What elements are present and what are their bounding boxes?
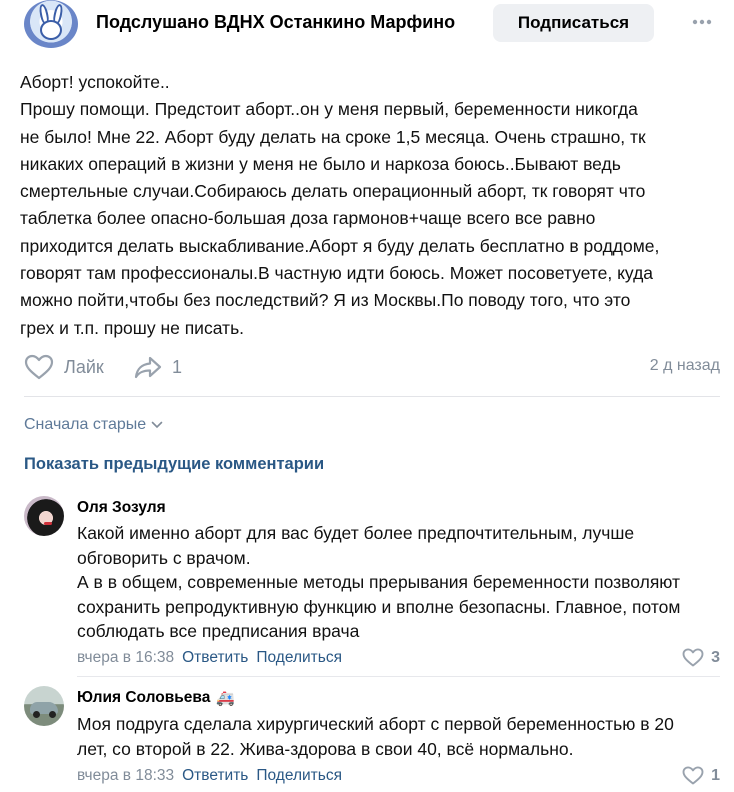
comment-like-count: 1 (711, 766, 720, 784)
post-line: приходится делать выскабливание.Аборт я … (20, 235, 660, 256)
heart-icon (682, 766, 704, 785)
comment-line: соблюдать все предписания врача (77, 621, 360, 641)
like-label: Лайк (64, 356, 104, 377)
comment-text: Какой именно аборт для вас будет более п… (77, 521, 717, 644)
post-header: Подслушано ВДНХ Останкино Марфино Подпис… (0, 0, 734, 48)
comment-line: обговорить с врачом. (77, 547, 251, 568)
comment-time[interactable]: вчера в 18:33 (77, 767, 174, 784)
comment-line: лет, со второй в 22. Жива-здорова в свои… (77, 738, 574, 759)
reply-button[interactable]: Ответить (182, 649, 248, 666)
heart-icon (24, 354, 54, 380)
post-line: Аборт! успокойте.. (20, 72, 170, 92)
group-title[interactable]: Подслушано ВДНХ Останкино Марфино (96, 12, 455, 33)
comment-divider (77, 676, 720, 677)
post-line: можно пойти,чтобы без последствий? Я из … (20, 290, 631, 311)
like-button[interactable]: Лайк (24, 352, 104, 382)
comment-meta: вчера в 16:38 Ответить Поделиться (77, 649, 342, 667)
post-line: не было! Мне 22. Аборт буду делать на ср… (20, 126, 646, 147)
share-comment-button[interactable]: Поделиться (256, 649, 342, 666)
post-actions: Лайк 1 2 д назад (24, 352, 720, 382)
comment-line: сохранить репродуктивную функцию и вполн… (77, 596, 681, 617)
avatar[interactable] (24, 496, 64, 536)
post-line: смертельные случаи.Собираюсь делать опер… (20, 181, 646, 202)
post-text: Аборт! успокойте.. Прошу помощи. Предсто… (20, 69, 720, 342)
sort-label: Сначала старые (24, 416, 147, 433)
subscribe-button[interactable]: Подписаться (493, 4, 654, 42)
group-avatar[interactable] (24, 0, 78, 48)
share-comment-button[interactable]: Поделиться (256, 767, 342, 784)
share-button[interactable]: 1 (134, 352, 182, 382)
ambulance-icon: 🚑 (216, 690, 236, 707)
comment-like-button[interactable]: 1 (682, 766, 720, 785)
share-count: 1 (172, 356, 183, 377)
more-options-icon[interactable] (690, 10, 714, 34)
heart-icon (682, 648, 704, 667)
comment-line: А в в общем, современные методы прерыван… (77, 572, 681, 592)
post-line: Прошу помощи. Предстоит аборт..он у меня… (20, 99, 638, 120)
comments-sort-dropdown[interactable]: Сначала старые (24, 416, 163, 434)
reply-button[interactable]: Ответить (182, 767, 248, 784)
post-line: никаких операций в жизни у меня не было … (20, 153, 621, 174)
post-line: таблетка более опасно-большая доза гармо… (20, 208, 596, 229)
comment-text: Моя подруга сделала хирургический аборт … (77, 712, 717, 761)
comment-meta: вчера в 18:33 Ответить Поделиться (77, 767, 342, 785)
post-line: грех и т.п. прошу не писать. (20, 317, 245, 338)
divider (24, 396, 720, 397)
share-icon (134, 356, 162, 379)
show-previous-comments-link[interactable]: Показать предыдущие комментарии (24, 455, 324, 474)
comment-line: Какой именно аборт для вас будет более п… (77, 523, 635, 543)
post-timestamp[interactable]: 2 д назад (650, 357, 720, 375)
chevron-down-icon (151, 421, 163, 429)
comment-like-button[interactable]: 3 (682, 648, 720, 667)
comment-author[interactable]: Оля Зозуля (77, 499, 166, 517)
post-line: говорят там профессионалы.В частную идти… (20, 263, 654, 284)
comment-time[interactable]: вчера в 16:38 (77, 649, 174, 666)
avatar[interactable] (24, 686, 64, 726)
comment-line: Моя подруга сделала хирургический аборт … (77, 714, 674, 734)
comment-like-count: 3 (711, 648, 720, 666)
comment-author[interactable]: Юлия Соловьева 🚑 (77, 689, 235, 707)
